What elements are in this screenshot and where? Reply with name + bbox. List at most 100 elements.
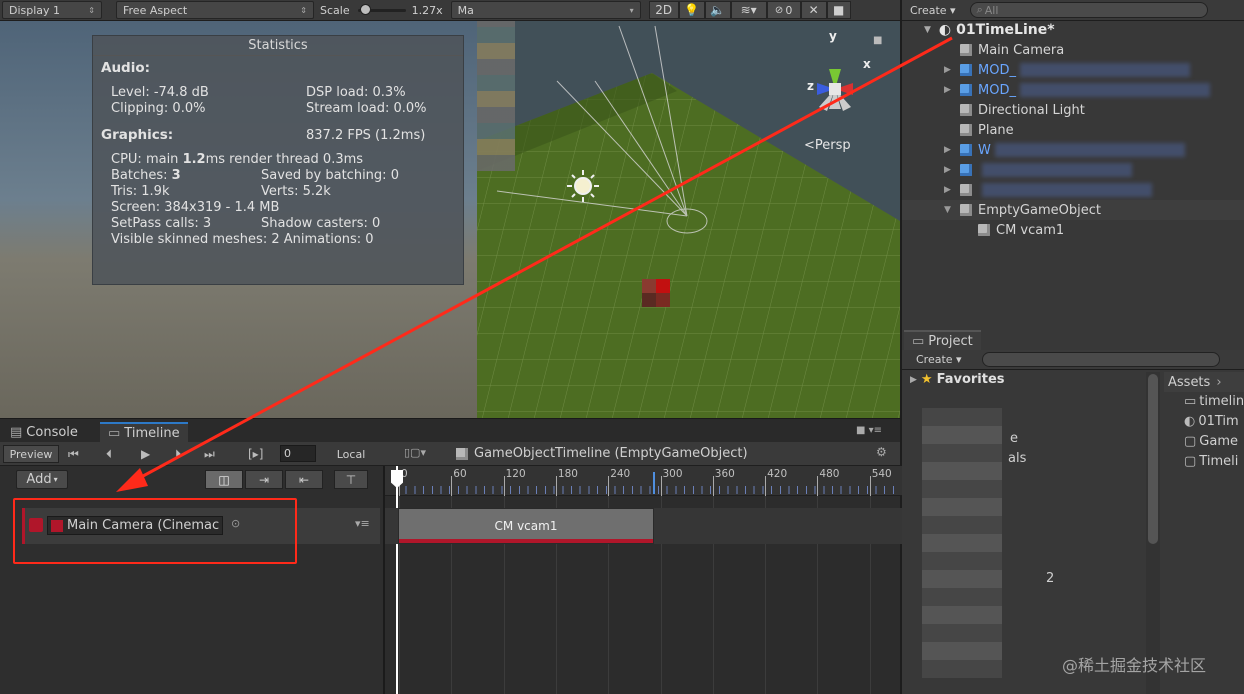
asset-item-label: 01Tim — [1198, 414, 1239, 429]
scale-slider-thumb[interactable] — [359, 4, 371, 15]
console-icon: ▤ — [10, 425, 23, 440]
toggle-panel-icon[interactable]: ▯▢▾ — [404, 446, 426, 459]
scrollbar-thumb[interactable] — [1148, 374, 1158, 544]
hierarchy-item[interactable]: ▶ — [944, 180, 1152, 200]
project-tab[interactable]: ▭ Project — [904, 330, 981, 350]
collapse-triangle-icon[interactable]: ▼ — [924, 25, 931, 35]
go-to-end-icon[interactable]: ⏭ — [204, 447, 215, 462]
expand-triangle-icon[interactable]: ▶ — [944, 145, 954, 155]
scene-canvas[interactable] — [477, 21, 900, 418]
timeline-icon: ▭ — [108, 426, 121, 441]
hierarchy-item-label: EmptyGameObject — [978, 202, 1101, 218]
play-icon[interactable]: ▶ — [141, 447, 150, 461]
gameobject-icon — [960, 204, 972, 216]
local-dropdown[interactable]: Local — [322, 445, 380, 463]
lock-icon[interactable]: ■ — [873, 35, 882, 46]
lock-icon[interactable]: ■ ▾≡ — [856, 425, 882, 436]
hierarchy-create-label: Create — [910, 3, 947, 17]
persp-label[interactable]: <Persp — [804, 138, 851, 153]
expand-triangle-icon[interactable]: ▶ — [944, 85, 954, 95]
tab-timeline[interactable]: ▭ Timeline — [100, 422, 188, 443]
shadow-casters: Shadow casters: 0 — [261, 216, 381, 231]
asset-item[interactable]: ▢ Timeli — [1184, 454, 1244, 469]
effects-dropdown[interactable]: ≋▾ — [730, 1, 767, 19]
hierarchy-item[interactable]: Plane — [944, 120, 1014, 140]
settings-gear-icon[interactable]: ⚙ — [876, 445, 887, 459]
lighting-toggle[interactable]: 💡 — [678, 1, 705, 19]
expand-triangle-icon[interactable]: ▶ — [944, 165, 954, 175]
blurred-label — [994, 143, 1185, 157]
timeline-toolbar: Preview ⏮ ⏴ ▶ ⏵ ⏭ [▸] 0 Local ▯▢▾ GameOb… — [0, 442, 900, 466]
prefab-icon — [960, 64, 972, 76]
hierarchy-item-label: Plane — [978, 122, 1014, 138]
scale-slider[interactable] — [357, 4, 406, 16]
hierarchy-item-label: Main Camera — [978, 42, 1065, 58]
playhead-line — [396, 466, 398, 694]
display-dropdown[interactable]: Display 1 ⇕ — [2, 1, 102, 19]
snap-in-button[interactable]: ⇥ — [245, 470, 283, 489]
track-menu-icon[interactable]: ▾≡ — [355, 517, 370, 530]
snap-out-button[interactable]: ⇤ — [285, 470, 323, 489]
camera-button[interactable]: ■ — [826, 1, 851, 19]
play-range-icon[interactable]: [▸] — [248, 447, 263, 461]
tab-console[interactable]: ▤ Console — [2, 422, 86, 443]
hierarchy-search-input[interactable]: ⌕ All — [969, 2, 1208, 18]
add-track-label: Add — [26, 472, 52, 487]
pin-button[interactable]: ⊤ — [334, 470, 368, 489]
clip-underline — [399, 539, 653, 543]
timeline-clip-area[interactable]: 0 60 120 180 240 300 360 420 480 540 CM vcam1 — [383, 466, 902, 694]
expand-triangle-icon[interactable]: ▶ — [910, 375, 917, 385]
hierarchy-item[interactable]: CM vcam1 — [978, 220, 1064, 240]
game-view[interactable]: Statistics Audio: Level: -74.8 dB Clippi… — [0, 21, 477, 418]
mode-2d-button[interactable]: 2D — [648, 1, 679, 19]
curve-toggle-button[interactable]: ◫ — [205, 470, 243, 489]
clip-cm-vcam1[interactable]: CM vcam1 — [398, 508, 654, 544]
add-track-button[interactable]: Add ▾ — [16, 470, 68, 489]
timeline-asset-title: GameObjectTimeline (EmptyGameObject) — [456, 446, 748, 461]
statistics-panel: Statistics Audio: Level: -74.8 dB Clippi… — [92, 35, 464, 285]
hierarchy-item[interactable]: ▶ MOD_ — [944, 80, 1210, 100]
hierarchy-item[interactable]: ▶ W — [944, 140, 1185, 160]
preview-button[interactable]: Preview — [3, 445, 59, 463]
expand-triangle-icon[interactable]: ▶ — [944, 185, 954, 195]
project-tree-scrollbar[interactable] — [1146, 372, 1160, 694]
prefab-icon — [960, 84, 972, 96]
expand-triangle-icon[interactable]: ▶ — [944, 65, 954, 75]
hierarchy-create-button[interactable]: Create ▾ — [910, 4, 956, 17]
maximize-dropdown[interactable]: Ma ▾ — [450, 1, 641, 19]
next-frame-icon[interactable]: ⏵ — [175, 447, 181, 462]
prefab-icon — [960, 144, 972, 156]
unity-scene-icon: ◐ — [938, 22, 952, 38]
stream-load: Stream load: 0.0% — [306, 101, 427, 116]
pixelated-object — [477, 21, 515, 171]
frame-value: 0 — [284, 447, 291, 460]
project-folder-tree — [922, 408, 1002, 678]
scene-view[interactable]: y x z <Persp ■ — [477, 21, 900, 418]
hierarchy-item[interactable]: ▼ EmptyGameObject — [902, 200, 1244, 220]
time-ruler[interactable]: 0 60 120 180 240 300 360 420 480 540 — [385, 466, 902, 496]
asset-item[interactable]: ▭ timelin — [1184, 394, 1244, 409]
previous-frame-icon[interactable]: ⏴ — [106, 447, 112, 462]
hierarchy-item-label: W — [978, 142, 991, 158]
aspect-dropdown[interactable]: Free Aspect ⇕ — [116, 1, 314, 19]
project-create-button[interactable]: Create ▾ — [916, 353, 962, 366]
audio-toggle[interactable]: 🔈 — [704, 1, 731, 19]
favorites-row[interactable]: ▶ ★ Favorites — [910, 372, 1005, 387]
hierarchy-item[interactable]: ▶ MOD_ — [944, 60, 1190, 80]
project-search-input[interactable] — [981, 352, 1220, 367]
hierarchy-item[interactable]: Directional Light — [944, 100, 1085, 120]
collapse-triangle-icon[interactable]: ▼ — [944, 205, 954, 215]
lightbulb-icon: 💡 — [684, 3, 700, 17]
hierarchy-item[interactable]: ▶ — [944, 160, 1132, 180]
asset-item[interactable]: ◐ 01Tim — [1184, 414, 1244, 429]
assets-breadcrumb[interactable]: Assets › — [1164, 372, 1244, 392]
asset-item[interactable]: ▢ Game — [1184, 434, 1244, 449]
frame-input[interactable]: 0 — [280, 445, 316, 462]
hierarchy-item[interactable]: Main Camera — [944, 40, 1064, 60]
folder-partial-3: 2 — [1046, 571, 1055, 586]
go-to-start-icon[interactable]: ⏮ — [68, 447, 79, 462]
tools-button[interactable]: ✕ — [800, 1, 827, 19]
audio-level: Level: -74.8 dB — [111, 85, 209, 100]
scene-root-row[interactable]: ▼ ◐ 01TimeLine* — [924, 20, 1055, 40]
hidden-objects-toggle[interactable]: ⊘ 0 — [766, 1, 801, 19]
